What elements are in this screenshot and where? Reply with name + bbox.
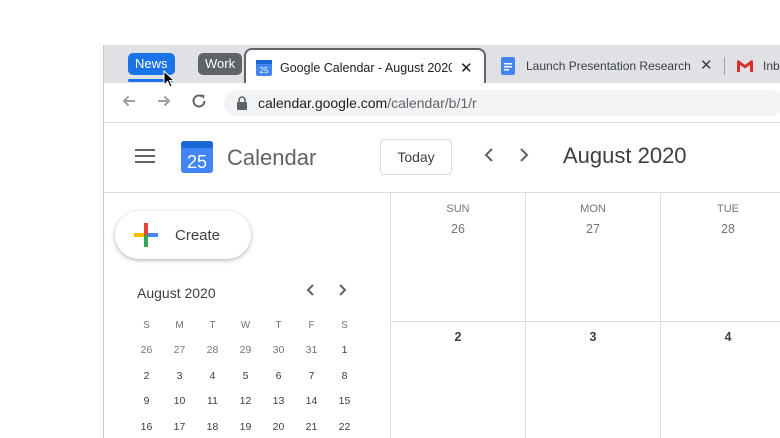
slides-favicon-icon <box>500 57 516 75</box>
tab-divider <box>724 57 725 75</box>
mini-day[interactable]: 4 <box>196 364 229 389</box>
create-label: Create <box>175 227 221 244</box>
mini-weekday-label: S <box>341 320 348 331</box>
mouse-cursor-icon <box>163 69 176 93</box>
main-menu-icon[interactable] <box>135 149 155 163</box>
mini-weekday-label: F <box>308 320 315 331</box>
mini-weekday-label: S <box>143 320 150 331</box>
mini-prev-chevron-icon[interactable] <box>304 282 316 302</box>
mini-day[interactable]: 10 <box>163 389 196 414</box>
day-number[interactable]: 3 <box>526 330 660 344</box>
mini-calendar-title: August 2020 <box>137 285 216 301</box>
back-arrow-icon[interactable] <box>120 92 138 115</box>
mini-day[interactable]: 11 <box>196 389 229 414</box>
plus-icon <box>132 221 160 249</box>
mini-day[interactable]: 29 <box>229 338 262 363</box>
day-number[interactable]: 2 <box>391 330 525 344</box>
mini-day[interactable]: 9 <box>130 389 163 414</box>
mini-day[interactable]: 5 <box>229 364 262 389</box>
mini-day[interactable]: 14 <box>295 389 328 414</box>
day-number[interactable]: 4 <box>661 330 780 344</box>
svg-text:25: 25 <box>260 66 269 75</box>
mini-weekday-label: M <box>175 320 184 331</box>
mini-day[interactable]: 2 <box>130 364 163 389</box>
mini-day[interactable]: 28 <box>196 338 229 363</box>
mini-day[interactable]: 27 <box>163 338 196 363</box>
prev-period-chevron-icon[interactable] <box>482 146 496 169</box>
lock-icon[interactable] <box>236 96 248 115</box>
close-tab-icon[interactable]: ✕ <box>460 59 473 77</box>
mini-day[interactable]: 17 <box>163 415 196 438</box>
calendar-header: 25 Calendar Today August 2020 <box>104 124 780 193</box>
mini-day[interactable]: 19 <box>229 415 262 438</box>
mini-day[interactable]: 30 <box>262 338 295 363</box>
mini-day[interactable]: 31 <box>295 338 328 363</box>
next-period-chevron-icon[interactable] <box>517 146 531 169</box>
mini-day[interactable]: 22 <box>328 415 361 438</box>
omnibox[interactable]: calendar.google.com/calendar/b/1/r <box>224 90 780 116</box>
mini-day[interactable]: 12 <box>229 389 262 414</box>
tab-launch-presentation[interactable]: Launch Presentation Research ✕ <box>488 48 728 82</box>
create-button[interactable]: Create <box>115 211 251 259</box>
url-text[interactable]: calendar.google.com/calendar/b/1/r <box>258 95 477 111</box>
mini-calendar-grid: S M T W T F S 26 27 28 29 30 31 1 2 3 4 5 6 7 8 9 10 11 12 13 14 15… <box>130 313 362 438</box>
mini-day[interactable]: 15 <box>328 389 361 414</box>
current-month-title: August 2020 <box>563 143 687 168</box>
tab-google-calendar[interactable]: 25 Google Calendar - August 2020 ✕ <box>244 48 486 84</box>
tab-title: Launch Presentation Research <box>526 59 691 73</box>
mini-day[interactable]: 7 <box>295 364 328 389</box>
mini-week-row: 26 27 28 29 30 31 1 <box>130 338 362 363</box>
mini-week-row: 2345678 <box>130 364 362 389</box>
mini-day[interactable]: 6 <box>262 364 295 389</box>
app-name: Calendar <box>227 145 317 170</box>
day-number[interactable]: 26 <box>391 222 525 236</box>
tab-title: Inbox <box>763 59 780 73</box>
url-path: /calendar/b/1/r <box>387 95 477 111</box>
mini-day[interactable]: 3 <box>163 364 196 389</box>
address-bar: calendar.google.com/calendar/b/1/r <box>104 83 780 123</box>
browser-window: News Work 25 Google Calendar - August 20… <box>103 45 780 438</box>
mini-weekday-label: T <box>275 320 282 331</box>
mini-next-chevron-icon[interactable] <box>337 282 349 302</box>
reload-icon[interactable] <box>190 92 208 115</box>
tab-strip: News Work 25 Google Calendar - August 20… <box>104 45 780 84</box>
weekday-header: SUN <box>446 203 470 215</box>
mini-weekday-label: W <box>240 320 251 331</box>
mini-day[interactable]: 1 <box>328 338 361 363</box>
weekday-header: TUE <box>717 203 739 215</box>
mini-day[interactable]: 13 <box>262 389 295 414</box>
forward-arrow-icon[interactable] <box>155 92 173 115</box>
mini-day[interactable]: 21 <box>295 415 328 438</box>
calendar-favicon-icon: 25 <box>256 60 272 76</box>
weekday-header: MON <box>580 203 606 215</box>
tab-inbox[interactable]: Inbox <box>730 48 780 82</box>
calendar-logo-icon[interactable]: 25 <box>180 140 214 174</box>
mini-day[interactable]: 26 <box>130 338 163 363</box>
gmail-favicon-icon <box>736 59 753 75</box>
mini-week-row: 9 10 11 12 13 14 15 <box>130 389 362 414</box>
mini-week-row: 16 17 18 19 20 21 22 <box>130 415 362 438</box>
today-button[interactable]: Today <box>380 139 452 175</box>
month-grid: SUN 26 2 MON 27 3 TUE 28 4 <box>390 193 780 438</box>
mini-day[interactable]: 8 <box>328 364 361 389</box>
mini-day[interactable]: 20 <box>262 415 295 438</box>
row-divider <box>391 321 780 322</box>
close-tab-icon[interactable]: ✕ <box>700 56 713 74</box>
mini-day[interactable]: 18 <box>196 415 229 438</box>
mini-weekday-header: SMTWTFS <box>130 313 362 338</box>
day-number[interactable]: 28 <box>661 222 780 236</box>
tab-group-work[interactable]: Work <box>198 53 243 75</box>
url-host: calendar.google.com <box>258 95 388 111</box>
mini-weekday-label: T <box>209 320 216 331</box>
mini-day[interactable]: 16 <box>130 415 163 438</box>
day-number[interactable]: 27 <box>526 222 660 236</box>
svg-text:25: 25 <box>187 152 207 172</box>
tab-title: Google Calendar - August 2020 <box>280 61 452 75</box>
